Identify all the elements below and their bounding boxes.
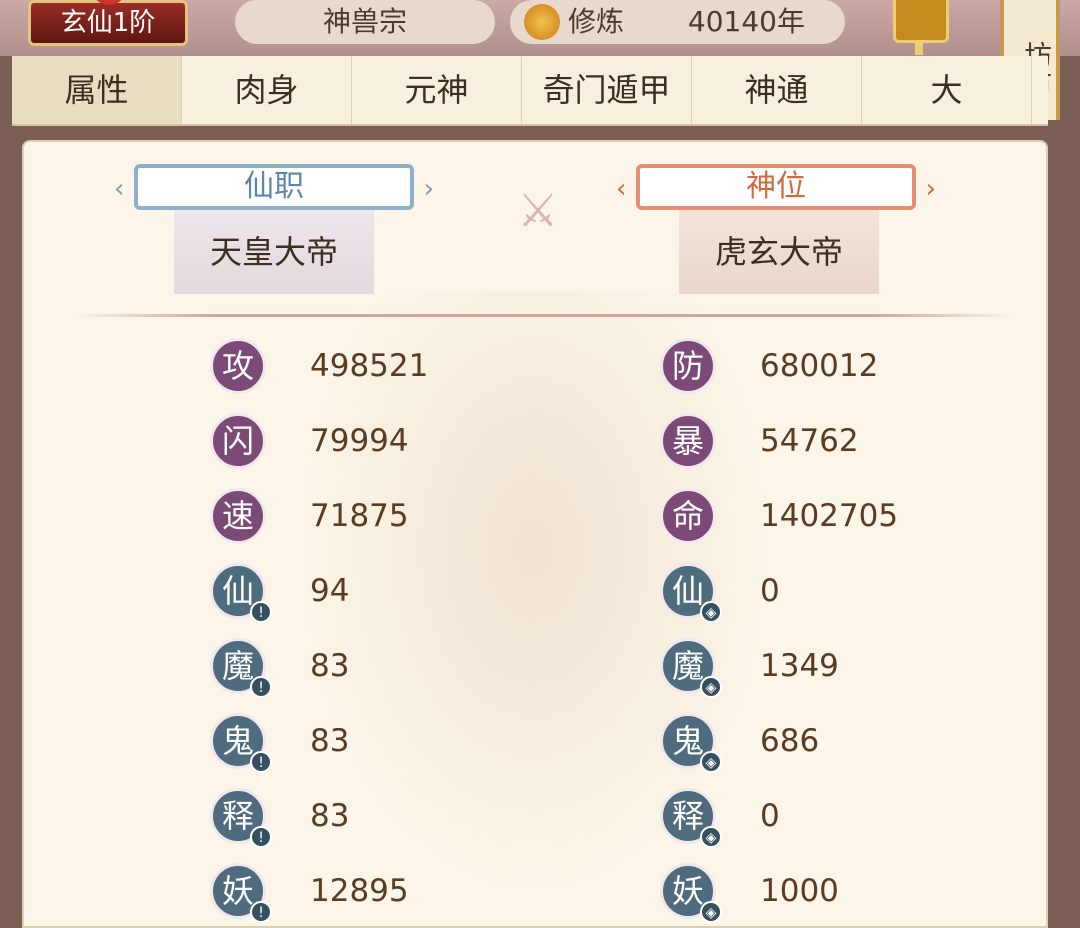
tab-attributes[interactable]: 属性 — [12, 56, 182, 124]
stat-speed: 速 71875 — [210, 488, 570, 544]
stat-value: 686 — [760, 723, 820, 759]
immortal-post-value: 天皇大帝 — [209, 233, 338, 271]
rank-label: 玄仙1阶 — [60, 8, 156, 38]
immortal-post-title: 天皇大帝 — [174, 210, 374, 294]
stat-value: 54762 — [760, 423, 859, 459]
stat-value: 83 — [310, 648, 350, 684]
stat-value: 12895 — [310, 873, 409, 909]
tab-spirit[interactable]: 元神 — [352, 56, 522, 124]
stat-value: 83 — [310, 798, 350, 834]
tab-label: 大 — [930, 71, 963, 109]
stat-value: 1349 — [760, 648, 839, 684]
tab-abilities[interactable]: 神通 — [692, 56, 862, 124]
stat-demon-attack[interactable]: 魔 ! 83 — [210, 638, 570, 698]
stat-value: 94 — [310, 573, 350, 609]
stat-ghost-defense[interactable]: 鬼 ◈ 686 — [660, 713, 1020, 773]
stat-value: 0 — [760, 573, 780, 609]
dodge-icon: 闪 — [210, 413, 266, 469]
tab-qimen[interactable]: 奇门遁甲 — [522, 56, 692, 124]
stat-attack: 攻 498521 — [210, 338, 570, 394]
divine-rank-ribbon[interactable]: ‹ 神位 › — [616, 164, 936, 210]
defense-icon: 防 — [660, 338, 716, 394]
stat-value: 680012 — [760, 348, 879, 384]
attribute-tabs: 属性 肉身 元神 奇门遁甲 神通 大 — [12, 56, 1048, 126]
tab-label: 肉身 — [234, 71, 299, 109]
immortal-post-label: 仙职 — [244, 169, 304, 204]
stat-yao-attack[interactable]: 妖 ! 12895 — [210, 863, 570, 923]
stat-ghost-attack[interactable]: 鬼 ! 83 — [210, 713, 570, 773]
stat-buddha-attack[interactable]: 释 ! 83 — [210, 788, 570, 848]
cultivation-display[interactable]: 修炼 40140年 — [510, 0, 845, 44]
sect-label: 神兽宗 — [322, 5, 407, 38]
lantern-icon[interactable] — [893, 0, 949, 43]
stat-health: 命 1402705 — [660, 488, 1020, 544]
divider — [74, 314, 1014, 317]
stat-value: 498521 — [310, 348, 429, 384]
stat-yao-defense[interactable]: 妖 ◈ 1000 — [660, 863, 1020, 923]
shield-icon: ◈ — [700, 601, 722, 623]
chevron-right-icon: › — [925, 174, 936, 204]
exclamation-icon: ! — [250, 676, 272, 698]
chevron-right-icon: › — [423, 174, 434, 204]
stat-critical: 暴 54762 — [660, 413, 1020, 469]
stat-defense: 防 680012 — [660, 338, 1020, 394]
exclamation-icon: ! — [250, 601, 272, 623]
stat-demon-defense[interactable]: 魔 ◈ 1349 — [660, 638, 1020, 698]
tab-more[interactable]: 大 — [862, 56, 1032, 124]
stat-immortal-defense[interactable]: 仙 ◈ 0 — [660, 563, 1020, 623]
meditation-icon — [524, 4, 560, 40]
stat-buddha-defense[interactable]: 释 ◈ 0 — [660, 788, 1020, 848]
divine-rank-value: 虎玄大帝 — [714, 233, 843, 271]
immortal-post-ribbon[interactable]: ‹ 仙职 › — [114, 164, 434, 210]
attack-icon: 攻 — [210, 338, 266, 394]
chevron-left-icon: ‹ — [616, 174, 627, 204]
chevron-left-icon: ‹ — [114, 174, 125, 204]
shield-icon: ◈ — [700, 826, 722, 848]
stat-dodge: 闪 79994 — [210, 413, 570, 469]
stat-value: 1000 — [760, 873, 839, 909]
attribute-panel: ‹ 仙职 › 天皇大帝 ⚔ ‹ 神位 › 虎玄大帝 攻 498521 闪 799… — [22, 140, 1048, 928]
stat-immortal-attack[interactable]: 仙 ! 94 — [210, 563, 570, 623]
exclamation-icon: ! — [250, 901, 272, 923]
stat-value: 79994 — [310, 423, 409, 459]
crossed-swords-icon: ⚔ — [517, 183, 559, 237]
tab-label: 神通 — [744, 71, 809, 109]
stat-value: 0 — [760, 798, 780, 834]
tab-label: 属性 — [64, 71, 129, 109]
shield-icon: ◈ — [700, 751, 722, 773]
rank-badge[interactable]: 玄仙1阶 — [28, 0, 188, 46]
exclamation-icon: ! — [250, 826, 272, 848]
sect-name[interactable]: 神兽宗 — [235, 0, 495, 44]
tab-label: 奇门遁甲 — [542, 71, 671, 109]
rank-orb-icon — [91, 0, 127, 5]
exclamation-icon: ! — [250, 751, 272, 773]
shield-icon: ◈ — [700, 676, 722, 698]
top-bar: 玄仙1阶 神兽宗 修炼 40140年 — [0, 0, 1080, 56]
cultivation-value: 40140年 — [687, 5, 805, 38]
health-icon: 命 — [660, 488, 716, 544]
stat-value: 71875 — [310, 498, 409, 534]
divine-rank-label: 神位 — [746, 169, 806, 204]
cultivation-label: 修炼 — [568, 5, 625, 38]
speed-icon: 速 — [210, 488, 266, 544]
critical-icon: 暴 — [660, 413, 716, 469]
stat-value: 1402705 — [760, 498, 899, 534]
tab-body[interactable]: 肉身 — [182, 56, 352, 124]
shield-icon: ◈ — [700, 901, 722, 923]
divine-rank-title: 虎玄大帝 — [679, 210, 879, 294]
tab-label: 元神 — [404, 71, 469, 109]
stat-value: 83 — [310, 723, 350, 759]
lantern-tassel-icon — [915, 43, 923, 55]
